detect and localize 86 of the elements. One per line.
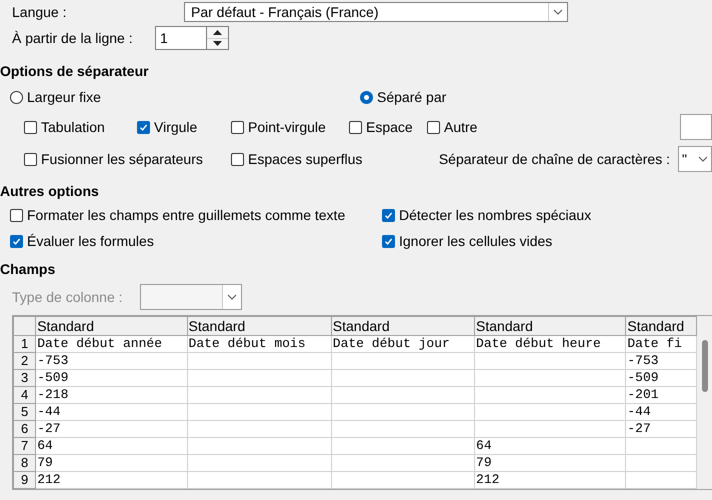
checkbox-label[interactable]: Espace (366, 118, 413, 136)
radio-label[interactable]: Largeur fixe (27, 88, 101, 106)
caret-icon (553, 9, 563, 15)
caret-icon (227, 294, 237, 300)
table-cell: 212 (474, 472, 626, 488)
scrollbar[interactable] (697, 316, 712, 489)
scrollbar-thumb[interactable] (702, 340, 708, 392)
radio-button[interactable] (10, 90, 23, 104)
checkbox-label[interactable]: Espaces superflus (248, 150, 362, 168)
checkbox-label[interactable]: Point-virgule (248, 118, 326, 136)
table-cell: -509 (626, 370, 696, 386)
other-separator-field[interactable] (680, 114, 712, 140)
column-header[interactable]: Standard (187, 316, 332, 336)
table-cell: 79 (474, 454, 626, 472)
row-header[interactable]: 8 (14, 454, 36, 472)
checkbox[interactable] (137, 120, 150, 134)
string-delimiter-label: Séparateur de chaîne de caractères : (438, 151, 670, 167)
checkbox-label[interactable]: Fusionner les séparateurs (41, 150, 203, 168)
table-cell: Date début jour (331, 336, 475, 352)
checkbox-label[interactable]: Autre (444, 118, 478, 136)
checkbox[interactable] (231, 152, 244, 166)
table-cell: -753 (36, 352, 188, 370)
language-label: Langue : (12, 4, 68, 20)
start-row-field[interactable]: 1 (155, 26, 206, 50)
checkbox-label[interactable]: Détecter les nombres spéciaux (399, 206, 592, 224)
table-cell: -201 (626, 386, 696, 404)
row-header[interactable]: 2 (14, 352, 36, 370)
table-cell: 64 (36, 438, 188, 454)
checkbox[interactable] (10, 208, 23, 222)
check-icon (384, 210, 393, 220)
column-header[interactable]: Standard (36, 316, 188, 336)
row-header[interactable]: 9 (14, 472, 36, 488)
row-header[interactable]: 6 (14, 420, 36, 438)
up-triangle-icon (213, 30, 222, 35)
table-cell: Date fi (626, 336, 696, 352)
decrement-button[interactable] (207, 38, 228, 49)
row-header[interactable]: 5 (14, 404, 36, 420)
section-title: Champs (0, 260, 56, 278)
table-cell: Date début mois (187, 336, 332, 352)
checkbox[interactable] (427, 120, 440, 134)
checkbox[interactable] (382, 208, 395, 222)
checkbox[interactable] (349, 120, 362, 134)
check-icon (139, 122, 148, 132)
checkbox[interactable] (231, 120, 244, 134)
table-cell: -44 (36, 404, 188, 420)
checkbox-label[interactable]: Formater les champs entre guillemets comme texte (27, 206, 346, 224)
row-header[interactable]: 1 (14, 336, 36, 352)
table-cell: Date début heure (474, 336, 626, 352)
language-combo[interactable]: Par défaut - Français (France) (184, 2, 568, 22)
checkbox-label[interactable]: Tabulation (41, 118, 105, 136)
string-delimiter-combo[interactable]: " (678, 146, 712, 172)
table-cell: -218 (36, 386, 188, 404)
column-header[interactable]: Standard (331, 316, 475, 336)
table-cell: -509 (36, 370, 188, 386)
checkbox[interactable] (24, 152, 37, 166)
checkbox-label[interactable]: Évaluer les formules (27, 232, 154, 250)
check-icon (384, 236, 393, 246)
increment-button[interactable] (207, 27, 228, 38)
checkbox[interactable] (10, 234, 23, 248)
table-cell: -27 (36, 420, 188, 438)
table-cell: 212 (36, 472, 188, 488)
checkbox-label[interactable]: Ignorer les cellules vides (399, 232, 552, 250)
table-cell: -44 (626, 404, 696, 420)
column-type-combo[interactable] (140, 284, 242, 310)
start-row-label: À partir de la ligne : (12, 30, 134, 46)
check-icon (12, 236, 21, 246)
row-header[interactable]: 4 (14, 386, 36, 404)
checkbox[interactable] (24, 120, 37, 134)
table-cell: -753 (626, 352, 696, 370)
table-cell: Date début année (36, 336, 188, 352)
radio-label[interactable]: Séparé par (377, 88, 446, 106)
table-cell: 64 (474, 438, 626, 454)
column-type-label: Type de colonne : (12, 289, 124, 305)
radio-button[interactable] (360, 90, 373, 104)
caret-icon (698, 156, 708, 162)
section-title: Autres options (0, 182, 100, 200)
down-triangle-icon (213, 41, 222, 46)
row-header[interactable]: 3 (14, 370, 36, 386)
table-cell: -27 (626, 420, 696, 438)
table-cell: 79 (36, 454, 188, 472)
checkbox[interactable] (382, 234, 395, 248)
checkbox-label[interactable]: Virgule (154, 118, 198, 136)
row-header[interactable]: 7 (14, 438, 36, 454)
column-header[interactable]: Standard (626, 316, 696, 336)
column-header[interactable]: Standard (474, 316, 626, 336)
section-title: Options de séparateur (0, 62, 150, 80)
